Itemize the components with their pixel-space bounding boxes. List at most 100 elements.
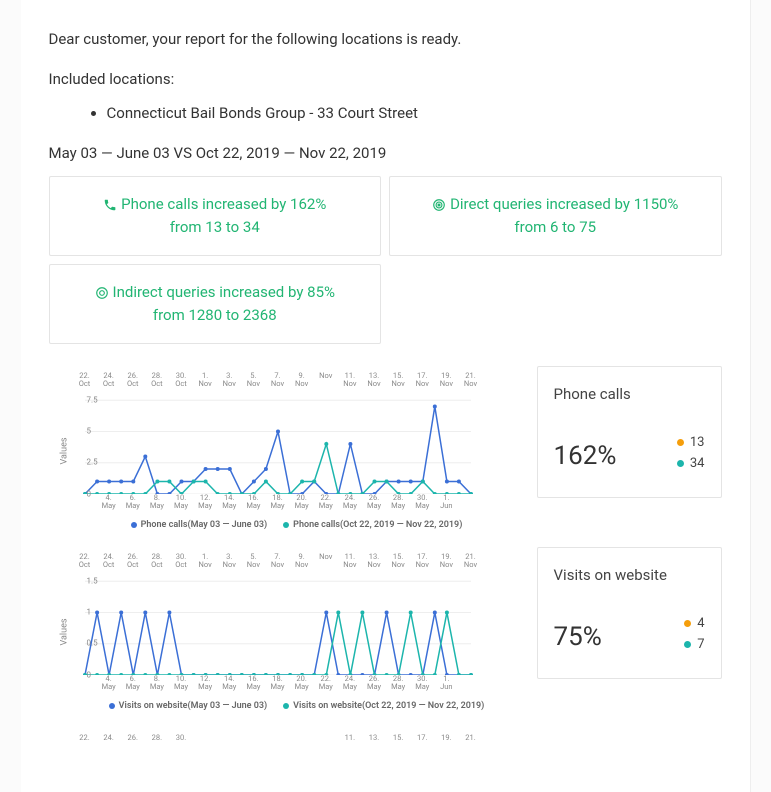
phone-icon (103, 194, 117, 217)
metric-title: Visits on website (554, 566, 705, 584)
metric-box: Visits on website75%47 (537, 547, 722, 679)
xtick-top: 17.Nov (416, 372, 429, 389)
bottom-ticks: 4.May6.May8.May10.May12.May14.May16.May1… (75, 675, 519, 695)
xtick-bottom: 18.May (270, 494, 284, 511)
legend-value: 34 (690, 456, 705, 471)
xtick-bottom: 14.May (222, 675, 236, 692)
xtick-top: 22.Oct (79, 372, 91, 389)
card-line2: from 1280 to 2368 (153, 306, 277, 324)
xtick-bottom: 12.May (198, 494, 212, 511)
xtick-top: 7.Nov (271, 372, 284, 389)
xtick-bottom: 24.May (343, 675, 357, 692)
chart-column: 22.Oct24.Oct26.Oct28.Oct30.Oct1.Nov3.Nov… (49, 547, 519, 718)
summary-card: Direct queries increased by 1150% from 6 … (389, 176, 722, 256)
location-item: Connecticut Bail Bonds Group - 33 Court … (107, 104, 722, 122)
xtick-bottom: 1.Jun (440, 494, 452, 511)
xtick-top: 21.Nov (464, 372, 477, 389)
xtick-top: 11.Nov (343, 372, 356, 389)
xtick-top: 30.Oct (175, 553, 187, 570)
legend-dot (684, 641, 691, 648)
ytick: 1.5 (87, 576, 98, 585)
card-line1: Direct queries increased by 1150% (450, 195, 678, 213)
metric-legend: 1334 (677, 435, 705, 477)
xtick-top: 17. (417, 734, 427, 743)
xtick-top: 21.Nov (464, 553, 477, 570)
xtick-bottom: 12.May (198, 675, 212, 692)
xtick-top: 11. (345, 734, 355, 743)
xtick-bottom: 20.May (295, 494, 309, 511)
xtick-top: 28.Oct (151, 372, 163, 389)
ytick: 0.5 (87, 639, 98, 648)
summary-card: Indirect queries increased by 85%from 12… (49, 264, 382, 344)
xtick-bottom: 8.May (150, 675, 164, 692)
xtick-bottom: 30.May (415, 675, 429, 692)
metric-title: Phone calls (554, 385, 705, 403)
xtick-top: 22.Oct (79, 553, 91, 570)
xtick-bottom: 4.May (102, 675, 116, 692)
charts-container: 22.Oct 24.Oct 26.Oct 28.Oct 30.Oct 1.Nov 3.Nov… (49, 366, 722, 762)
ytick: 5 (87, 427, 92, 436)
legend-label: Phone calls(Oct 22, 2019 — Nov 22, 2019) (293, 520, 462, 530)
y-axis-label: Values (59, 619, 69, 646)
legend-label: Visits on website(Oct 22, 2019 — Nov 22,… (293, 701, 484, 711)
locations-list: Connecticut Bail Bonds Group - 33 Court … (49, 104, 722, 122)
locations-label: Included locations: (49, 70, 722, 88)
xtick-top: 3.Nov (223, 372, 236, 389)
xtick-bottom: 22.May (319, 494, 333, 511)
ytick: 2.5 (87, 458, 98, 467)
legend-dot (677, 439, 684, 446)
xtick-bottom: 18.May (270, 675, 284, 692)
summary-cards: Phone calls increased by 162%from 13 to … (49, 176, 722, 344)
chart-column: 22.24.26.28.30.11.13.15.17.19.21. (49, 728, 722, 762)
intro-text: Dear customer, your report for the follo… (49, 30, 722, 48)
top-ticks: 22.24.26.28.30.11.13.15.17.19.21. (75, 734, 722, 754)
legend-dot (677, 460, 684, 467)
xtick-top: 13.Nov (367, 372, 380, 389)
xtick-top: 21. (465, 734, 475, 743)
metric-box: Phone calls162%1334 (537, 366, 722, 498)
legend-dot (684, 620, 691, 627)
legend-value: 13 (690, 435, 705, 450)
chart-legend: Visits on website(May 03 — June 03)Visit… (75, 701, 519, 712)
xtick-top: 15.Nov (392, 553, 405, 570)
xtick-top: 11.Nov (343, 553, 356, 570)
xtick-bottom: 6.May (126, 675, 140, 692)
chart-column: 22.Oct24.Oct26.Oct28.Oct30.Oct1.Nov3.Nov… (49, 366, 519, 537)
chart-legend: Phone calls(May 03 — June 03) Phone calls… (75, 520, 519, 531)
xtick-top: 7.Nov (271, 553, 284, 570)
xtick-bottom: 8.May (150, 494, 164, 511)
xtick-top: 3.Nov (223, 553, 236, 570)
ytick: 7.5 (87, 395, 98, 404)
xtick-top: Nov (319, 372, 332, 381)
xtick-bottom: 4.May (102, 494, 116, 511)
xtick-top: 1.Nov (199, 553, 212, 570)
chart-svg (75, 575, 475, 675)
metric-percent: 162% (554, 441, 617, 471)
compass-icon (95, 282, 109, 305)
xtick-bottom: 26.May (367, 494, 381, 511)
xtick-top: 26. (128, 734, 138, 743)
xtick-bottom: 1.Jun (440, 675, 452, 692)
chart-section: 22.Oct24.Oct26.Oct28.Oct30.Oct1.Nov3.Nov… (49, 366, 722, 537)
xtick-bottom: 14.May (222, 494, 236, 511)
metric-percent: 75% (554, 622, 602, 652)
legend-label: Phone calls(May 03 — June 03) (141, 520, 268, 530)
card-line2: from 6 to 75 (514, 218, 596, 236)
xtick-bottom: 20.May (295, 675, 309, 692)
xtick-bottom: 10.May (174, 494, 188, 511)
xtick-top: Nov (319, 553, 332, 562)
xtick-top: 13.Nov (367, 553, 380, 570)
xtick-top: 24.Oct (103, 553, 115, 570)
xtick-bottom: 28.May (391, 675, 405, 692)
xtick-top: 19.Nov (440, 553, 453, 570)
xtick-bottom: 22.May (319, 675, 333, 692)
xtick-top: 26.Oct (127, 553, 139, 570)
xtick-top: 24. (103, 734, 113, 743)
xtick-top: 17.Nov (416, 553, 429, 570)
xtick-bottom: 24.May (343, 494, 357, 511)
card-line2: from 13 to 34 (170, 218, 260, 236)
date-range: May 03 — June 03 VS Oct 22, 2019 — Nov 2… (49, 144, 722, 162)
xtick-top: 30. (176, 734, 186, 743)
legend-value: 7 (697, 637, 704, 652)
xtick-top: 30.Oct (175, 372, 187, 389)
